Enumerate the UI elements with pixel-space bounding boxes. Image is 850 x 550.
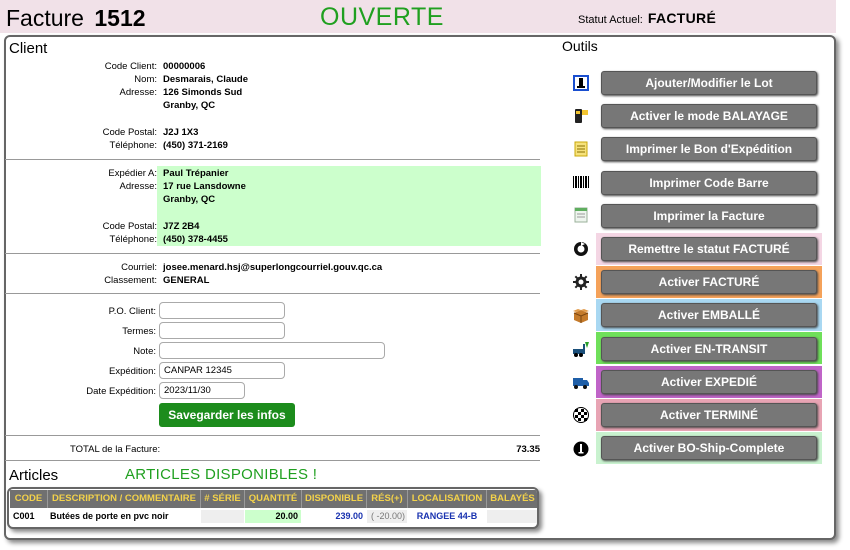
info-icon[interactable] — [572, 440, 590, 458]
invoice-status: OUVERTE — [320, 3, 444, 31]
client-postal-label: Code Postal: — [102, 127, 157, 138]
column-header-scanned[interactable]: BALAYÉS — [487, 490, 537, 508]
client-code: 00000006 — [163, 61, 206, 72]
divider — [5, 293, 540, 294]
invoice-number: 1512 — [94, 5, 146, 31]
note-input[interactable] — [159, 342, 385, 359]
ship-date-input[interactable] — [159, 382, 245, 399]
list-icon[interactable] — [572, 74, 590, 92]
client-address-label: Adresse: — [119, 87, 158, 98]
po-label: P.O. Client: — [108, 306, 156, 317]
terms-label: Termes: — [122, 326, 156, 337]
row-available: 239.00 — [335, 511, 363, 521]
activate-facture-button[interactable]: Activer FACTURÉ — [601, 270, 817, 294]
activate-bo-ship-complete-button[interactable]: Activer BO-Ship-Complete — [601, 436, 817, 460]
ship-address-line2: Granby, QC — [163, 194, 216, 205]
row-serial — [201, 510, 244, 523]
current-status-value: FACTURÉ — [647, 10, 717, 26]
row-description: Butées de porte en pvc noir — [50, 511, 169, 521]
current-status: Statut Actuel: FACTURÉ — [578, 10, 716, 26]
column-header-location[interactable]: LOCALISATION — [408, 490, 487, 508]
print-shipping-slip-button[interactable]: Imprimer le Bon d'Expédition — [601, 137, 817, 161]
activate-expedie-button[interactable]: Activer EXPEDIÉ — [601, 370, 817, 394]
shipping-input[interactable] — [159, 362, 285, 379]
ship-date-label: Date Expédition: — [86, 386, 156, 397]
print-barcode-button[interactable]: Imprimer Code Barre — [601, 171, 817, 195]
scanner-icon[interactable] — [572, 107, 590, 125]
barcode-icon[interactable] — [572, 173, 590, 191]
reset-icon[interactable] — [572, 240, 590, 258]
row-quantity: 20.00 — [245, 510, 301, 523]
client-name: Desmarais, Claude — [163, 74, 249, 85]
client-phone-label: Téléphone: — [109, 140, 157, 151]
invoice-title: Facture 1512 — [6, 5, 146, 32]
activate-emballe-button[interactable]: Activer EMBALLÉ — [601, 303, 817, 327]
client-phone: (450) 371-2169 — [163, 140, 228, 151]
row-code: C001 — [13, 511, 35, 521]
edit-lot-button[interactable]: Ajouter/Modifier le Lot — [601, 71, 817, 95]
column-header-available[interactable]: DISPONIBLE — [302, 490, 367, 508]
reset-status-button[interactable]: Remettre le statut FACTURÉ — [601, 237, 817, 261]
note-label: Note: — [133, 346, 156, 357]
row-reserved: ( -20.00) — [367, 510, 407, 523]
gear-icon[interactable] — [572, 273, 590, 291]
ship-phone-label: Téléphone: — [109, 234, 157, 245]
divider — [5, 253, 540, 254]
ship-postal-label: Code Postal: — [102, 221, 157, 232]
ship-to-label: Expédier A: — [108, 168, 157, 179]
client-code-label: Code Client: — [104, 61, 157, 72]
invoice-label: Facture — [6, 5, 84, 31]
column-header-serial[interactable]: # SÉRIE — [201, 490, 245, 508]
client-name-label: Nom: — [134, 74, 157, 85]
ship-address-line1: 17 rue Lansdowne — [163, 181, 246, 192]
activate-en-transit-button[interactable]: Activer EN-TRANSIT — [601, 337, 817, 361]
email-value: josee.menard.hsj@superlongcourriel.gouv.… — [163, 262, 383, 273]
document-icon[interactable] — [572, 140, 590, 158]
ship-postal-code: J7Z 2B4 — [163, 221, 200, 232]
divider — [5, 435, 540, 436]
box-icon[interactable] — [572, 306, 590, 324]
client-postal-code: J2J 1X3 — [163, 127, 199, 138]
divider — [5, 460, 540, 461]
ship-to-name: Paul Trépanier — [163, 168, 229, 179]
column-header-quantity[interactable]: QUANTITÉ — [245, 490, 302, 508]
row-location: RANGEE 44-B — [416, 511, 478, 521]
email-label: Courriel: — [121, 262, 157, 273]
client-section-title: Client — [9, 40, 48, 57]
checkered-flag-icon[interactable] — [572, 406, 590, 424]
scan-mode-button[interactable]: Activer le mode BALAYAGE — [601, 104, 817, 128]
row-scanned — [487, 510, 537, 523]
truck-icon[interactable] — [572, 373, 590, 391]
articles-table: CODE DESCRIPTION / COMMENTAIRE # SÉRIE Q… — [7, 487, 539, 529]
classification-value: GENERAL — [163, 275, 210, 286]
terms-input[interactable] — [159, 322, 285, 339]
current-status-label: Statut Actuel: — [578, 14, 643, 26]
column-header-description[interactable]: DESCRIPTION / COMMENTAIRE — [48, 490, 201, 508]
ship-phone: (450) 378-4455 — [163, 234, 228, 245]
client-address-line1: 126 Simonds Sud — [163, 87, 243, 98]
ship-address-label: Adresse: — [119, 181, 158, 192]
client-address-line2: Granby, QC — [163, 100, 216, 111]
tools-title: Outils — [562, 38, 598, 54]
save-info-button[interactable]: Savegarder les infos — [159, 403, 295, 427]
forklift-icon[interactable] — [572, 340, 590, 358]
total-label: TOTAL de la Facture: — [70, 444, 161, 455]
divider — [5, 159, 540, 160]
table-header: CODE DESCRIPTION / COMMENTAIRE # SÉRIE Q… — [10, 490, 537, 508]
column-header-code[interactable]: CODE — [10, 490, 48, 508]
page-header: Facture 1512 OUVERTE Statut Actuel: FACT… — [0, 0, 836, 33]
print-invoice-button[interactable]: Imprimer la Facture — [601, 204, 817, 228]
shipping-label: Expédition: — [108, 366, 156, 377]
total-value: 73.35 — [516, 444, 540, 455]
articles-available-message: ARTICLES DISPONIBLES ! — [125, 466, 318, 483]
po-input[interactable] — [159, 302, 285, 319]
articles-title: Articles — [9, 467, 59, 484]
classification-label: Classement: — [104, 275, 157, 286]
activate-termine-button[interactable]: Activer TERMINÉ — [601, 403, 817, 427]
column-header-reserved[interactable]: RÉS(+) — [367, 490, 408, 508]
invoice-icon[interactable] — [572, 206, 590, 224]
